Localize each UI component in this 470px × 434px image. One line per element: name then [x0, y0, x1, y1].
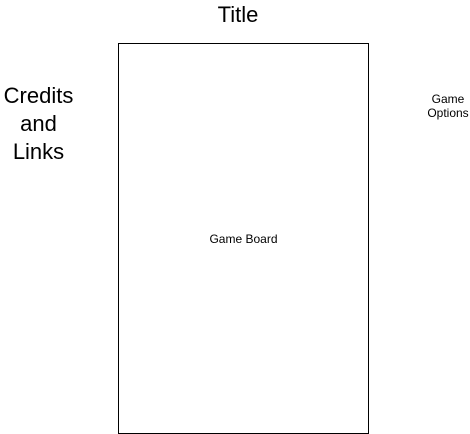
game-options-section: Game Options	[427, 92, 469, 120]
credits-and-links-section: Credits and Links	[3, 83, 74, 164]
game-board[interactable]: Game Board	[118, 43, 369, 434]
page-title: Title	[217, 2, 259, 27]
game-board-label: Game Board	[209, 232, 278, 246]
